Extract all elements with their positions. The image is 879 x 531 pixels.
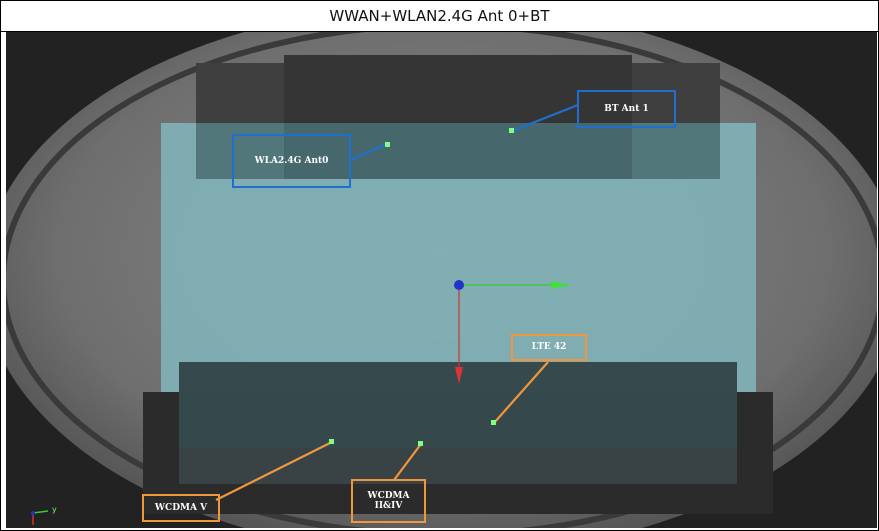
wcdma-2-4-feed-point bbox=[418, 441, 423, 446]
wlan-feed-point bbox=[385, 142, 390, 147]
figure-frame: WWAN+WLAN2.4G Ant 0+BT y BT Ant 1 WLA2.4… bbox=[0, 0, 879, 531]
window-title: WWAN+WLAN2.4G Ant 0+BT bbox=[1, 1, 878, 32]
wcdma-v-feed-point bbox=[329, 439, 334, 444]
origin-sphere-icon bbox=[454, 280, 464, 290]
scene-svg bbox=[6, 32, 877, 528]
lte-feed-point bbox=[491, 420, 496, 425]
wcdma-2-4-callout[interactable]: WCDMA II&IV bbox=[351, 479, 426, 523]
3d-viewport[interactable]: y BT Ant 1 WLA2.4G Ant0 LTE 42 WCDMA V W… bbox=[6, 32, 877, 528]
bt-feed-point bbox=[509, 128, 514, 133]
wcdma-v-callout[interactable]: WCDMA V bbox=[142, 494, 220, 522]
triad-y-label: y bbox=[52, 505, 57, 514]
wlan-ant0-callout[interactable]: WLA2.4G Ant0 bbox=[232, 134, 351, 188]
bt-ant1-callout[interactable]: BT Ant 1 bbox=[577, 90, 676, 128]
lte42-callout[interactable]: LTE 42 bbox=[511, 334, 587, 361]
